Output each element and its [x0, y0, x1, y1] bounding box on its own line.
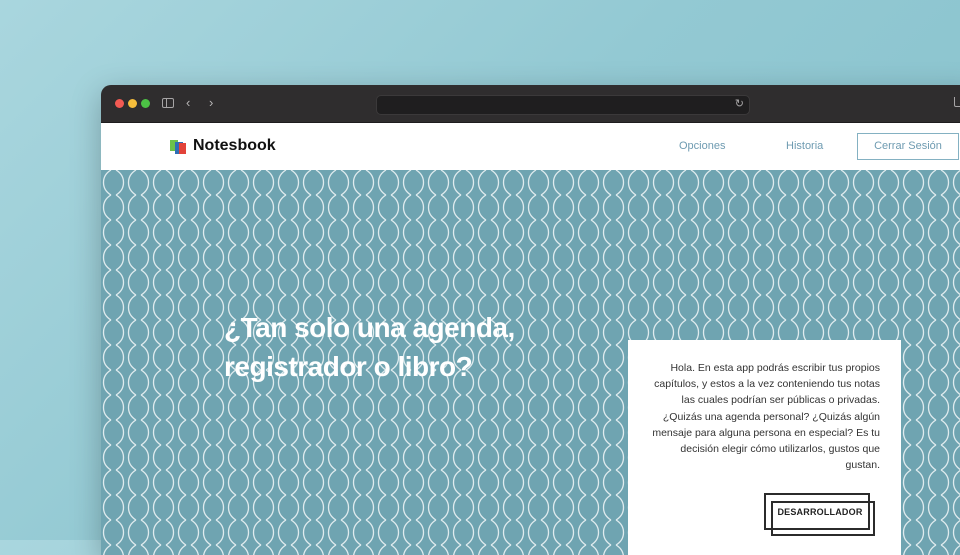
browser-window: ‹ › ↻ Notesbook Opciones Historia Cerrar… — [101, 85, 960, 555]
browser-toolbar: ‹ › ↻ — [101, 85, 960, 123]
developer-button-label: DESARROLLADOR — [777, 507, 863, 517]
minimize-icon[interactable] — [128, 99, 137, 108]
close-icon[interactable] — [115, 99, 124, 108]
back-icon[interactable]: ‹ — [186, 96, 190, 109]
address-bar[interactable]: ↻ — [376, 95, 750, 115]
nav-link-opciones[interactable]: Opciones — [679, 140, 725, 152]
nav-link-historia[interactable]: Historia — [786, 140, 823, 152]
site-header: Notesbook Opciones Historia Cerrar Sesió… — [101, 123, 960, 170]
intro-card: Hola. En esta app podrás escribir tus pr… — [628, 340, 901, 555]
hero-headline: ¿Tan solo una agenda, registrador o libr… — [224, 312, 515, 382]
intro-text: Hola. En esta app podrás escribir tus pr… — [652, 362, 880, 472]
developer-button[interactable]: DESARROLLADOR — [764, 493, 875, 536]
hero-section: ¿Tan solo una agenda, registrador o libr… — [101, 170, 960, 555]
maximize-icon[interactable] — [141, 99, 150, 108]
notebook-logo-icon — [170, 140, 186, 154]
brand-name[interactable]: Notesbook — [193, 137, 276, 155]
reload-icon[interactable]: ↻ — [735, 98, 744, 111]
logout-button[interactable]: Cerrar Sesión — [857, 133, 959, 160]
sidebar-icon[interactable] — [162, 98, 174, 108]
forward-icon[interactable]: › — [209, 96, 213, 109]
share-icon[interactable] — [954, 97, 960, 107]
